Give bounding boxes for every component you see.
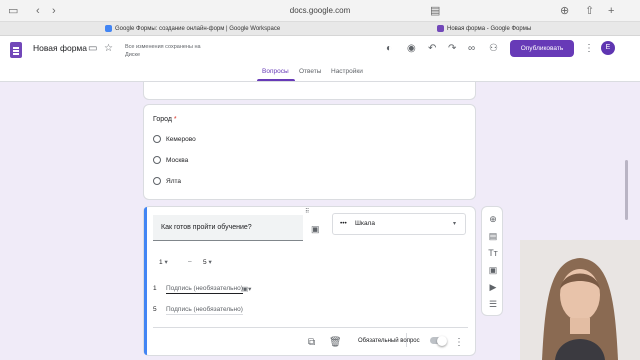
card-footer-divider	[153, 327, 468, 328]
add-section-icon[interactable]: ☰	[487, 298, 499, 310]
question-title: Город *	[153, 116, 177, 123]
google-favicon-icon	[105, 24, 112, 32]
min-label-input[interactable]: Подпись (необязательно)	[166, 285, 243, 294]
radio-option[interactable]	[153, 135, 161, 143]
publish-button[interactable]: Опубликовать	[510, 40, 574, 57]
add-question-icon[interactable]: ⊕	[487, 213, 499, 225]
star-icon[interactable]: ☆	[104, 43, 113, 55]
question-card-city[interactable]: Город * Кемерово Москва Ялта	[143, 104, 476, 200]
form-title[interactable]: Новая форма	[33, 43, 87, 53]
image-chevron-icon[interactable]: ▣▾	[242, 285, 251, 293]
browser-tab-new-form[interactable]: Новая форма - Google Формы	[437, 22, 587, 36]
floating-toolbar: ⊕ ▤ Tт ▣ ▶ ☰	[481, 206, 503, 316]
add-video-icon[interactable]: ▶	[487, 281, 499, 293]
preview-eye-icon[interactable]: ◉	[407, 43, 416, 55]
question-type-select[interactable]: ••• Шкала ▾	[332, 213, 466, 235]
presenter-video	[520, 240, 640, 360]
forward-icon[interactable]: ›	[52, 3, 56, 19]
page-scrollbar[interactable]	[625, 160, 628, 220]
option-label: Кемерово	[166, 136, 196, 143]
add-title-icon[interactable]: Tт	[487, 247, 499, 259]
undo-icon[interactable]: ↶	[428, 43, 436, 55]
option-label: Москва	[166, 157, 189, 164]
tab-responses[interactable]: Ответы	[299, 68, 321, 75]
min-label-index: 1	[153, 285, 157, 292]
required-toggle[interactable]	[430, 335, 447, 346]
forms-header: Новая форма ▭ ☆ Все изменения сохранены …	[0, 36, 640, 82]
required-asterisk: *	[173, 116, 177, 123]
add-image-icon[interactable]: ▣	[311, 223, 320, 235]
browser-tab-workspace[interactable]: Google Формы: создание онлайн-форм | Goo…	[105, 22, 305, 36]
scale-dash: –	[188, 258, 192, 265]
save-status: Все изменения сохранены на Диске	[125, 44, 201, 58]
active-tab-indicator	[257, 79, 295, 81]
max-label-input[interactable]: Подпись (необязательно)	[166, 306, 243, 315]
tab-questions[interactable]: Вопросы	[262, 68, 289, 75]
scale-min-select[interactable]: 1 ▾	[159, 258, 168, 266]
question-title-input[interactable]: Как готов пройти обучение?	[153, 215, 303, 241]
tab-settings[interactable]: Настройки	[331, 68, 363, 75]
tab-strip: Google Формы: создание онлайн-форм | Goo…	[0, 22, 640, 36]
add-image-icon[interactable]: ▣	[487, 264, 499, 276]
required-toggle-label: Обязательный вопрос	[358, 338, 420, 344]
more-vert-icon[interactable]: ⋮	[454, 337, 464, 349]
radio-option[interactable]	[153, 156, 161, 164]
delete-icon[interactable]: 🗑	[329, 337, 342, 349]
sidebar-toggle-icon[interactable]: ▭	[8, 3, 18, 19]
max-label-index: 5	[153, 306, 157, 313]
duplicate-icon[interactable]: ⧉	[308, 337, 315, 349]
option-label: Ялта	[166, 178, 182, 185]
webcam-overlay	[520, 240, 640, 360]
chevron-down-icon: ▾	[453, 221, 457, 227]
avatar[interactable]: E	[601, 41, 615, 55]
back-icon[interactable]: ‹	[36, 3, 40, 19]
share-icon[interactable]: ⇧	[585, 3, 594, 19]
new-tab-icon[interactable]: +	[608, 3, 614, 19]
chevron-down-icon: ▾	[164, 259, 168, 266]
radio-option[interactable]	[153, 177, 161, 185]
active-question-indicator	[144, 207, 147, 355]
redo-icon[interactable]: ↷	[448, 43, 456, 55]
import-questions-icon[interactable]: ▤	[487, 230, 499, 242]
add-collaborator-icon[interactable]: ⚇	[489, 43, 498, 55]
more-vert-icon[interactable]: ⋮	[584, 43, 594, 55]
palette-icon[interactable]: ◐	[386, 43, 392, 55]
forms-favicon-icon	[437, 24, 444, 32]
browser-toolbar: ▭ ‹ › docs.google.com ▤ ⊕ ⇧ +	[0, 0, 640, 22]
scale-type-icon: •••	[340, 220, 347, 227]
previous-question-card[interactable]	[143, 82, 476, 100]
chevron-down-icon: ▾	[208, 259, 212, 266]
address-bar[interactable]: docs.google.com	[250, 3, 390, 19]
reader-icon[interactable]: ▤	[430, 3, 440, 19]
question-card-scale[interactable]: ⠿ Как готов пройти обучение? ▣ ••• Шкала…	[143, 206, 476, 356]
download-icon[interactable]: ⊕	[560, 3, 569, 19]
link-icon[interactable]: ∞	[468, 43, 475, 55]
scale-max-select[interactable]: 5 ▾	[203, 258, 212, 266]
forms-logo-icon[interactable]	[10, 42, 22, 58]
folder-icon[interactable]: ▭	[88, 43, 97, 55]
drag-handle-icon[interactable]: ⠿	[305, 208, 309, 215]
